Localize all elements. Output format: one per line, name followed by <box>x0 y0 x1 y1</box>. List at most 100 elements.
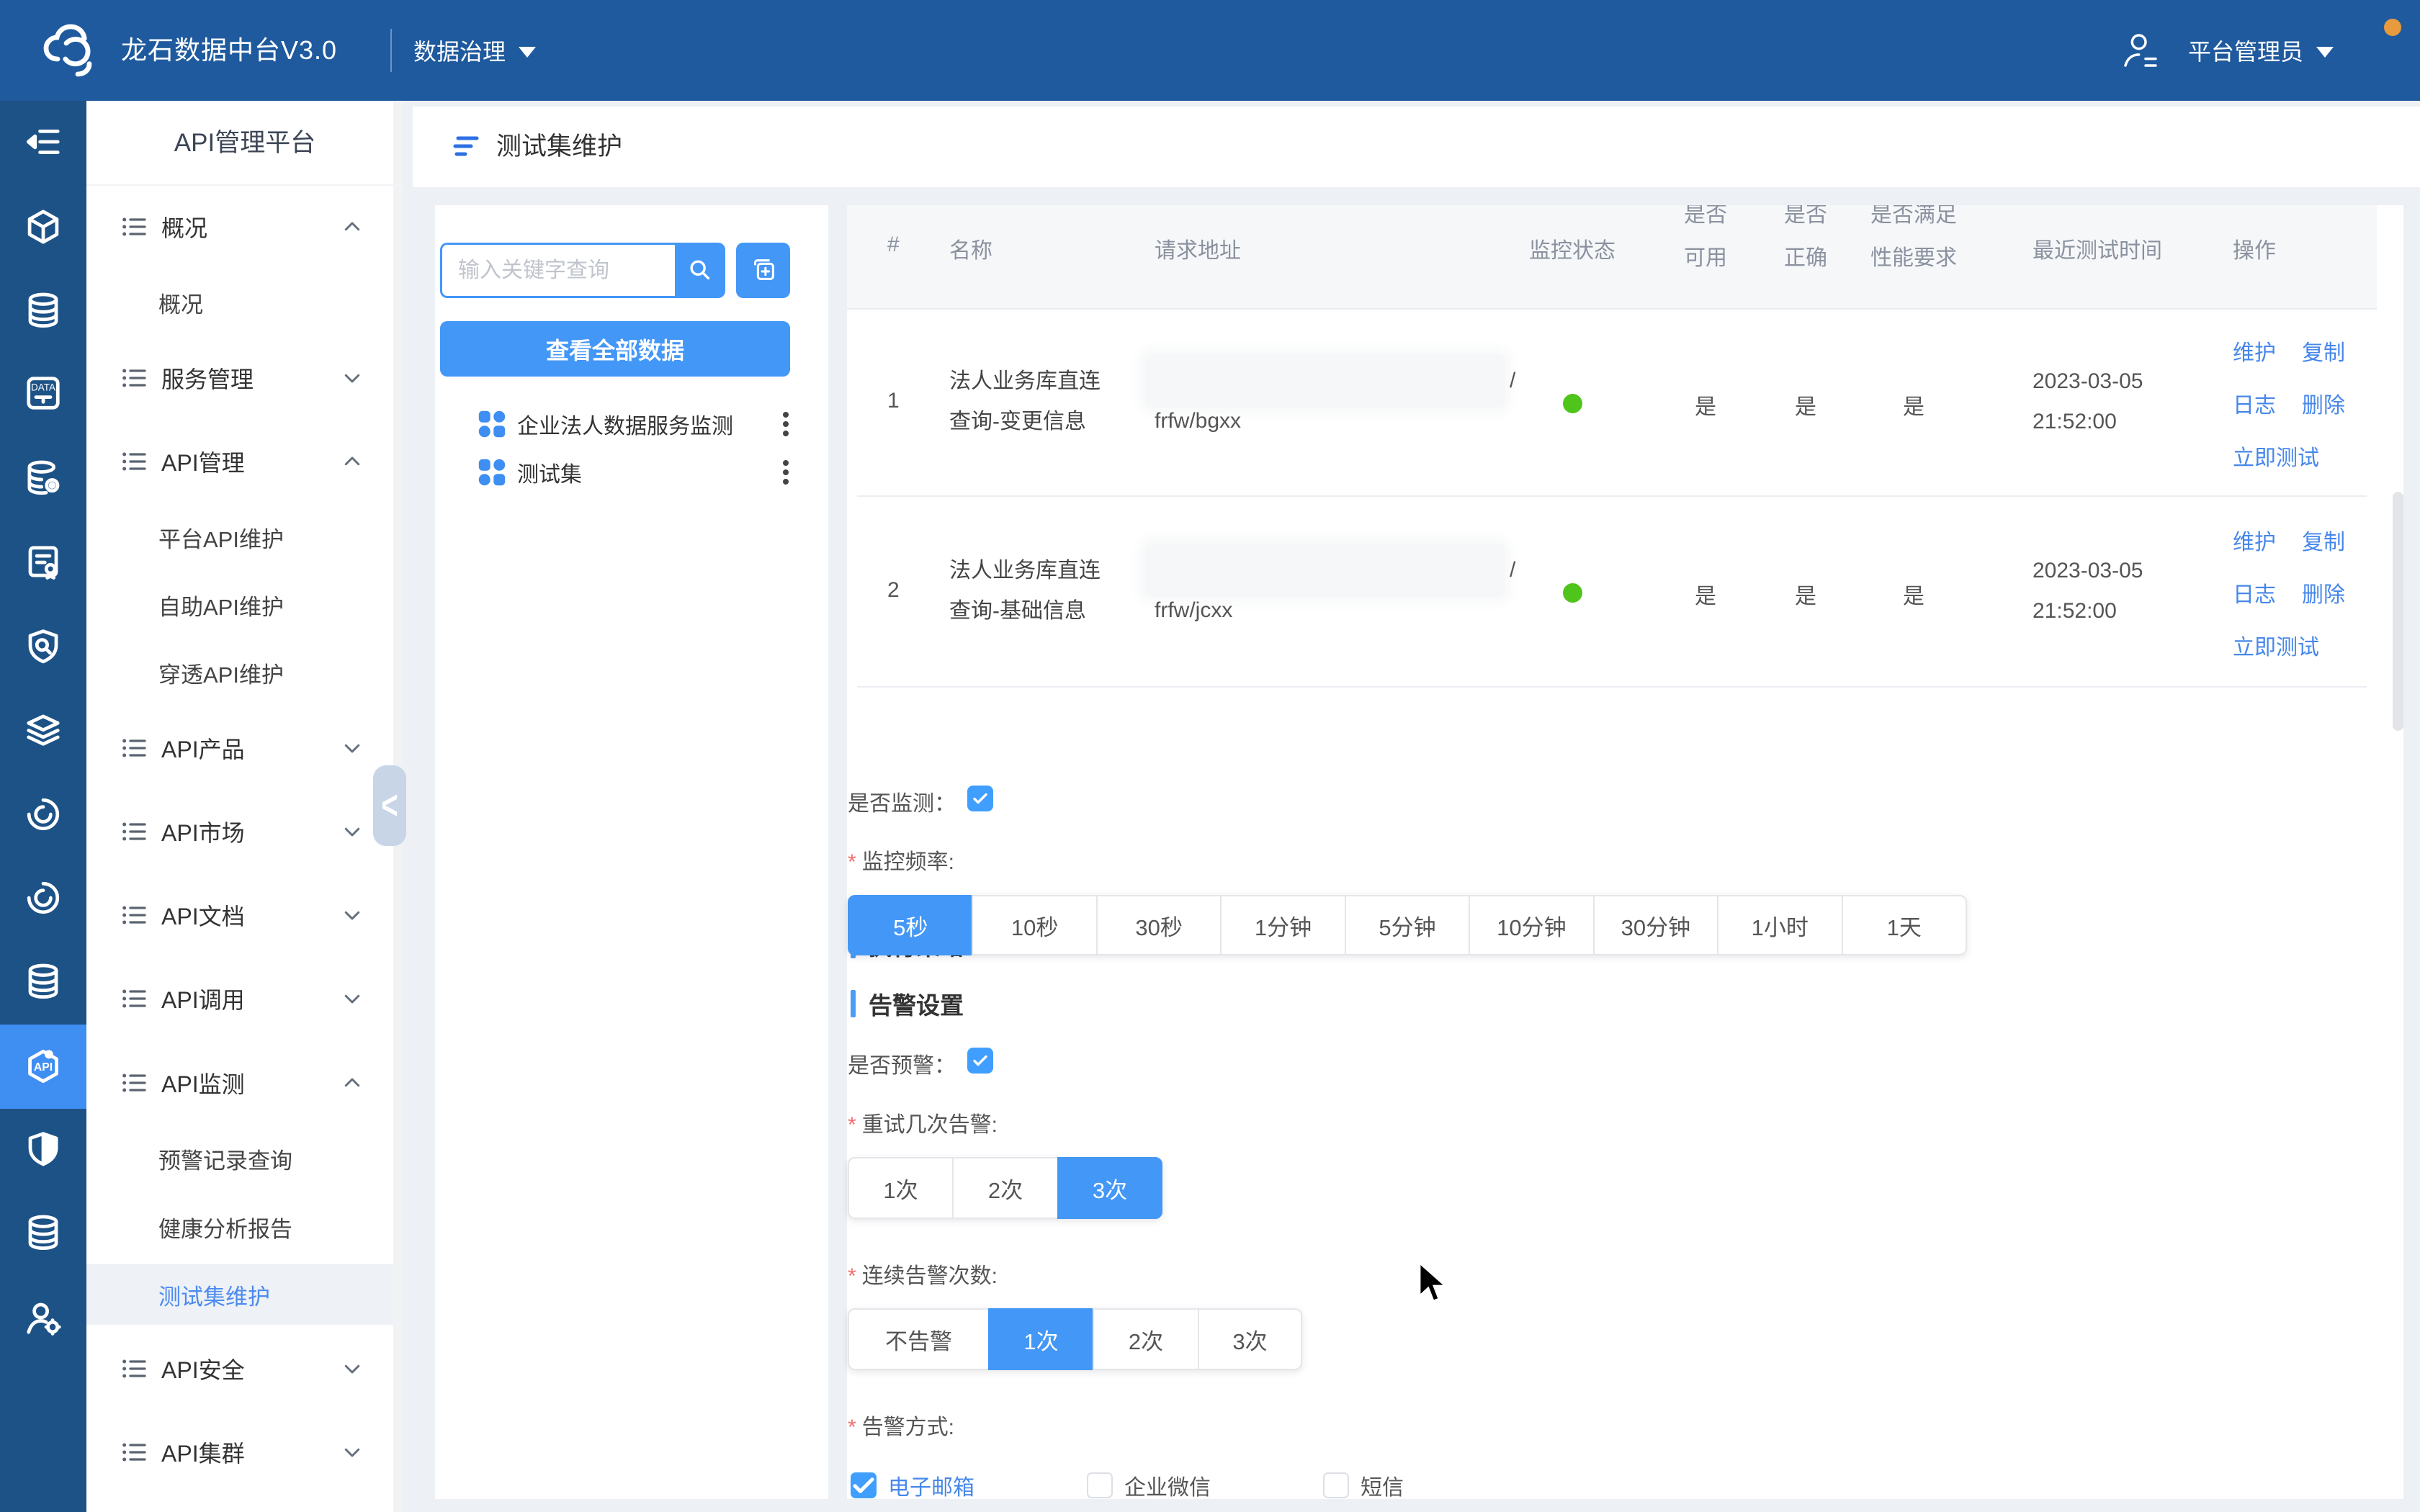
rail-item-layers[interactable] <box>0 707 86 753</box>
retry-option-3次[interactable]: 3次 <box>1057 1157 1162 1219</box>
recording-indicator-dot <box>2384 19 2401 36</box>
sidebar-item-平台API维护[interactable]: 平台API维护 <box>86 507 393 567</box>
method-checkbox[interactable] <box>1087 1472 1113 1498</box>
nav-data-governance[interactable]: 数据治理 <box>413 0 536 101</box>
alert-method-label: 告警方式: <box>848 1409 954 1441</box>
sidebar-item-API调用[interactable]: API调用 <box>86 968 393 1029</box>
rail-item-data-import[interactable]: DATA <box>0 370 86 416</box>
test-set-tree-panel: 查看全部数据 企业法人数据服务监测测试集 <box>435 205 828 1499</box>
alert-method-电子邮箱[interactable]: 电子邮箱 <box>851 1470 1087 1501</box>
frequency-option-30秒[interactable]: 30秒 <box>1096 895 1220 955</box>
rail-item-user-gear[interactable] <box>0 1295 86 1341</box>
method-checkbox[interactable] <box>851 1472 877 1498</box>
action-link-维护[interactable]: 维护 <box>2233 524 2276 556</box>
sidebar-item-概况[interactable]: 概况 <box>86 272 393 333</box>
tree-item-测试集[interactable]: 测试集 <box>435 449 828 496</box>
rail-item-cube[interactable] <box>0 204 86 250</box>
rail-item-database[interactable] <box>0 287 86 333</box>
sidebar-item-概况[interactable]: 概况 <box>86 197 393 257</box>
sidebar-item-API文档[interactable]: API文档 <box>86 885 393 945</box>
content-scrollbar[interactable] <box>2393 492 2403 731</box>
add-test-set-button[interactable] <box>736 243 790 298</box>
frequency-option-5秒[interactable]: 5秒 <box>848 895 972 955</box>
rail-item-certificate[interactable] <box>0 539 86 585</box>
sidebar-item-API产品[interactable]: API产品 <box>86 718 393 778</box>
frequency-option-1分钟[interactable]: 1分钟 <box>1220 895 1344 955</box>
consecutive-option-1次[interactable]: 1次 <box>988 1308 1093 1370</box>
sidebar-item-预警记录查询[interactable]: 预警记录查询 <box>86 1128 393 1189</box>
column-header-是否可用: 是否可用 <box>1684 205 1727 280</box>
chevron-down-icon <box>341 1441 363 1463</box>
action-links: 维护复制 <box>2233 524 2345 556</box>
rail-item-shield-half[interactable] <box>0 1126 86 1172</box>
database-icon <box>24 291 63 330</box>
sidebar-item-API安全[interactable]: API安全 <box>86 1338 393 1399</box>
rail-item-database[interactable] <box>0 1210 86 1256</box>
action-links: 日志删除 <box>2233 577 2345 608</box>
sidebar-item-自助API维护[interactable]: 自助API维护 <box>86 575 393 635</box>
alert-method-短信[interactable]: 短信 <box>1323 1470 1559 1501</box>
prewarn-checkbox[interactable] <box>967 1048 993 1074</box>
method-label: 短信 <box>1361 1470 1404 1501</box>
monitor-checkbox[interactable] <box>967 786 993 811</box>
consecutive-option-2次[interactable]: 2次 <box>1093 1308 1198 1370</box>
consecutive-option-3次[interactable]: 3次 <box>1198 1308 1302 1370</box>
rail-item-swirl[interactable] <box>0 791 86 837</box>
database-icon <box>24 1213 63 1252</box>
action-link-日志[interactable]: 日志 <box>2233 387 2276 419</box>
user-menu[interactable]: 平台管理员 <box>2120 0 2334 101</box>
test-set-icon <box>475 408 508 441</box>
action-link-删除[interactable]: 删除 <box>2302 387 2345 419</box>
method-checkbox[interactable] <box>1323 1472 1349 1498</box>
rail-item-collapse-menu[interactable] <box>0 119 86 165</box>
alert-method-企业微信[interactable]: 企业微信 <box>1087 1470 1323 1501</box>
frequency-option-30分钟[interactable]: 30分钟 <box>1593 895 1717 955</box>
data-import-icon: DATA <box>24 374 63 413</box>
collapse-menu-icon <box>24 122 63 161</box>
action-link-日志[interactable]: 日志 <box>2233 577 2276 608</box>
sidebar-item-API集群[interactable]: API集群 <box>86 1422 393 1482</box>
sidebar-item-测试集维护[interactable]: 测试集维护 <box>86 1264 393 1325</box>
search-button[interactable] <box>675 243 725 298</box>
rail-item-shield-search[interactable] <box>0 624 86 670</box>
svg-text:DATA: DATA <box>31 382 55 393</box>
action-link-立即测试[interactable]: 立即测试 <box>2233 440 2319 472</box>
alert-methods: 电子邮箱企业微信 短信 <box>851 1471 1559 1500</box>
sidebar-collapse-handle[interactable]: < <box>373 765 406 846</box>
retry-option-2次[interactable]: 2次 <box>952 1157 1057 1219</box>
frequency-option-1小时[interactable]: 1小时 <box>1717 895 1841 955</box>
rail-item-swirl[interactable] <box>0 875 86 921</box>
test-set-icon <box>475 456 508 489</box>
frequency-option-1天[interactable]: 1天 <box>1842 895 1967 955</box>
frequency-option-10分钟[interactable]: 10分钟 <box>1469 895 1592 955</box>
svg-text:API: API <box>34 1061 53 1074</box>
consecutive-option-不告警[interactable]: 不告警 <box>848 1308 988 1370</box>
action-link-复制[interactable]: 复制 <box>2302 335 2345 366</box>
search-input[interactable] <box>440 243 675 298</box>
action-link-复制[interactable]: 复制 <box>2302 524 2345 556</box>
api-icon: API <box>24 1047 63 1086</box>
rail-item-api-active[interactable]: API <box>0 1043 86 1089</box>
tree-item-企业法人数据服务监测[interactable]: 企业法人数据服务监测 <box>435 400 828 448</box>
action-link-删除[interactable]: 删除 <box>2302 577 2345 608</box>
kebab-menu-icon[interactable] <box>782 408 789 440</box>
frequency-option-5分钟[interactable]: 5分钟 <box>1345 895 1469 955</box>
action-link-维护[interactable]: 维护 <box>2233 335 2276 366</box>
rail-item-database-gear[interactable] <box>0 455 86 501</box>
sidebar-item-label: API管理 <box>161 445 245 478</box>
frequency-option-10秒[interactable]: 10秒 <box>972 895 1095 955</box>
action-link-立即测试[interactable]: 立即测试 <box>2233 629 2319 661</box>
check-icon <box>972 790 989 807</box>
chevron-up-icon <box>341 451 363 472</box>
icon-rail: DATA API <box>0 101 86 1512</box>
sidebar-item-API监测[interactable]: API监测 <box>86 1053 393 1113</box>
sidebar-item-API管理[interactable]: API管理 <box>86 431 393 492</box>
rail-item-database[interactable] <box>0 958 86 1004</box>
view-all-data-button[interactable]: 查看全部数据 <box>440 321 790 377</box>
sidebar-item-服务管理[interactable]: 服务管理 <box>86 348 393 408</box>
retry-option-1次[interactable]: 1次 <box>848 1157 952 1219</box>
sidebar-item-穿透API维护[interactable]: 穿透API维护 <box>86 642 393 703</box>
sidebar-item-健康分析报告[interactable]: 健康分析报告 <box>86 1197 393 1257</box>
kebab-menu-icon[interactable] <box>782 456 789 488</box>
sidebar-item-API市场[interactable]: API市场 <box>86 801 393 862</box>
